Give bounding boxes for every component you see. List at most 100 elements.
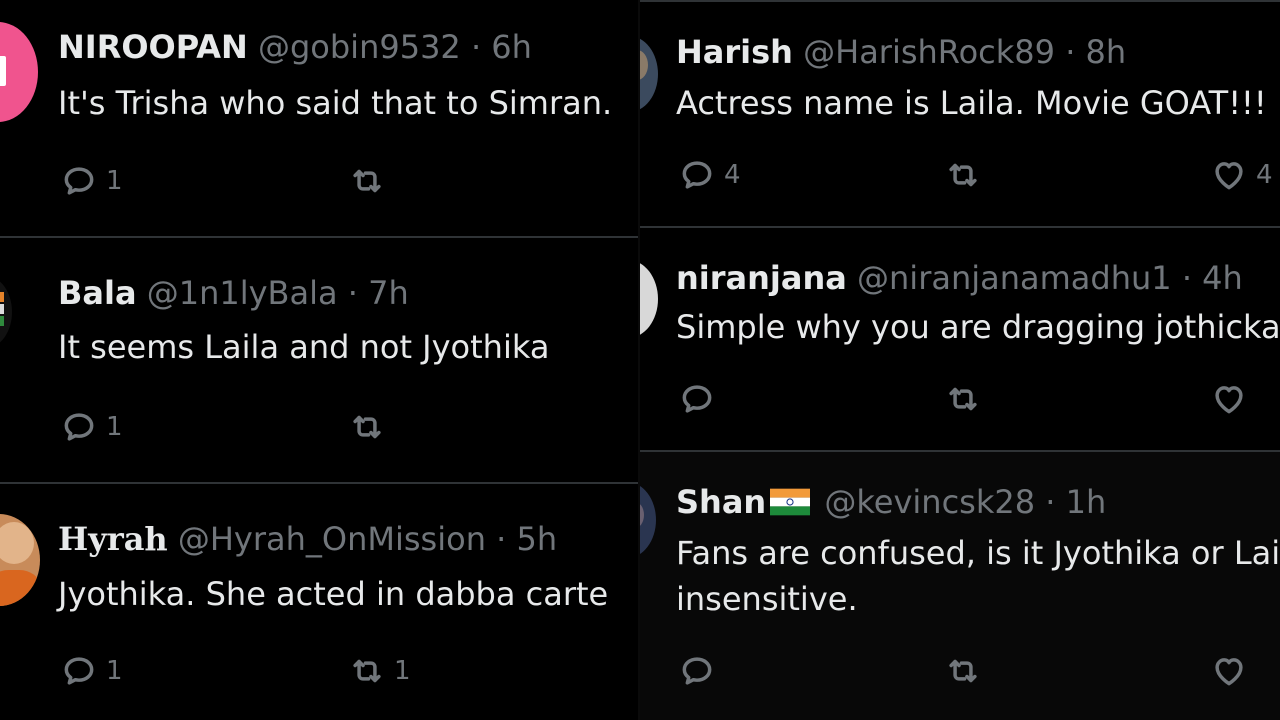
retweet-icon bbox=[348, 162, 386, 200]
reply-count: 4 bbox=[724, 160, 741, 190]
dot-separator: · bbox=[496, 520, 507, 558]
avatar-body bbox=[0, 570, 40, 606]
user-handle[interactable]: @1n1lyBala bbox=[147, 274, 338, 312]
retweet-button[interactable] bbox=[944, 380, 990, 418]
tweet-header: Shan @kevincsk28 · 1h bbox=[676, 482, 1106, 522]
tweet-header: NIROOPAN @gobin9532 · 6h bbox=[58, 27, 532, 67]
tweet-text: Simple why you are dragging jothicka h bbox=[676, 308, 1280, 346]
retweet-button[interactable] bbox=[944, 652, 990, 690]
like-button[interactable]: 4 bbox=[1210, 156, 1273, 194]
reply-icon bbox=[60, 652, 98, 690]
heart-icon bbox=[1210, 652, 1248, 690]
reply-button[interactable] bbox=[678, 652, 724, 690]
display-name[interactable]: Shan bbox=[676, 483, 766, 521]
user-handle[interactable]: @Hyrah_OnMission bbox=[178, 520, 486, 558]
tweet-text: Fans are confused, is it Jyothika or Lai… bbox=[676, 534, 1280, 572]
dot-separator: · bbox=[347, 274, 358, 312]
tweet-actions: 1 1 bbox=[0, 652, 640, 692]
tweet-header: Hyrah @Hyrah_OnMission · 5h bbox=[58, 519, 557, 559]
retweet-icon bbox=[944, 380, 982, 418]
timestamp[interactable]: 6h bbox=[491, 28, 532, 66]
avatar-flag-saffron bbox=[0, 292, 4, 302]
reply-button[interactable]: 1 bbox=[60, 162, 123, 200]
reply-count: 1 bbox=[106, 412, 123, 442]
reply-icon bbox=[678, 652, 716, 690]
user-handle[interactable]: @niranjanamadhu1 bbox=[857, 259, 1172, 297]
heart-icon bbox=[1210, 156, 1248, 194]
avatar-face bbox=[0, 522, 34, 564]
tweet-text-line2: insensitive. bbox=[676, 580, 858, 618]
avatar[interactable] bbox=[0, 276, 12, 348]
tweet-text: Jyothika. She acted in dabba carte bbox=[58, 575, 609, 613]
dot-separator: · bbox=[1045, 483, 1056, 521]
retweet-count: 1 bbox=[394, 656, 411, 686]
avatar[interactable] bbox=[0, 514, 40, 606]
user-handle[interactable]: @kevincsk28 bbox=[824, 483, 1035, 521]
tweet-niroopan[interactable]: NIROOPAN @gobin9532 · 6h It's Trisha who… bbox=[0, 0, 640, 236]
like-button[interactable] bbox=[1210, 380, 1256, 418]
reply-icon bbox=[678, 156, 716, 194]
reply-button[interactable]: 4 bbox=[678, 156, 741, 194]
timestamp[interactable]: 1h bbox=[1066, 483, 1107, 521]
avatar[interactable] bbox=[640, 36, 658, 112]
display-name[interactable]: niranjana bbox=[676, 259, 847, 297]
tweet-actions: 4 4 bbox=[640, 156, 1280, 196]
tweet-bala[interactable]: Bala @1n1lyBala · 7h It seems Laila and … bbox=[0, 238, 640, 482]
timestamp[interactable]: 8h bbox=[1086, 33, 1127, 71]
india-flag-icon bbox=[770, 488, 811, 516]
reply-icon bbox=[678, 380, 716, 418]
avatar-face bbox=[640, 502, 644, 528]
reply-icon bbox=[60, 162, 98, 200]
tweet-niranjana[interactable]: niranjana @niranjanamadhu1 · 4h Simple w… bbox=[640, 228, 1280, 450]
reply-button[interactable]: 1 bbox=[60, 652, 123, 690]
right-screenshot-panel: Harish @HarishRock89 · 8h Actress name i… bbox=[640, 0, 1280, 720]
tweet-actions bbox=[640, 380, 1280, 420]
tweet-header: Bala @1n1lyBala · 7h bbox=[58, 273, 409, 313]
avatar[interactable] bbox=[640, 482, 656, 558]
tweet-actions bbox=[640, 652, 1280, 692]
tweet-text: It seems Laila and not Jyothika bbox=[58, 328, 550, 366]
timestamp[interactable]: 5h bbox=[516, 520, 557, 558]
like-button[interactable] bbox=[1210, 652, 1256, 690]
tweet-shan[interactable]: Shan @kevincsk28 · 1h Fans are confused,… bbox=[640, 452, 1280, 720]
display-name[interactable]: NIROOPAN bbox=[58, 28, 248, 66]
reply-icon bbox=[60, 408, 98, 446]
avatar-flag-white bbox=[0, 304, 4, 314]
left-screenshot-panel: NIROOPAN @gobin9532 · 6h It's Trisha who… bbox=[0, 0, 640, 720]
reply-button[interactable] bbox=[678, 380, 724, 418]
reply-count: 1 bbox=[106, 166, 123, 196]
user-handle[interactable]: @HarishRock89 bbox=[803, 33, 1055, 71]
display-name[interactable]: Hyrah bbox=[58, 520, 168, 558]
dot-separator: · bbox=[470, 28, 482, 66]
tweet-text: It's Trisha who said that to Simran. bbox=[58, 84, 613, 122]
retweet-button[interactable] bbox=[944, 156, 990, 194]
dot-separator: · bbox=[1065, 33, 1076, 71]
avatar[interactable] bbox=[0, 22, 38, 122]
retweet-icon bbox=[348, 408, 386, 446]
retweet-button[interactable] bbox=[348, 162, 394, 200]
reply-button[interactable]: 1 bbox=[60, 408, 123, 446]
like-count: 4 bbox=[1256, 160, 1273, 190]
display-name[interactable]: Harish bbox=[676, 33, 793, 71]
tweet-header: niranjana @niranjanamadhu1 · 4h bbox=[676, 258, 1243, 298]
retweet-button[interactable] bbox=[348, 408, 394, 446]
display-name[interactable]: Bala bbox=[58, 274, 137, 312]
dot-separator: · bbox=[1181, 259, 1192, 297]
retweet-icon bbox=[944, 652, 982, 690]
user-handle[interactable]: @gobin9532 bbox=[258, 28, 461, 66]
avatar-flag-green bbox=[0, 316, 4, 326]
tweet-text: Actress name is Laila. Movie GOAT!!! bbox=[676, 84, 1267, 122]
timestamp[interactable]: 4h bbox=[1202, 259, 1243, 297]
tweet-hyrah[interactable]: Hyrah @Hyrah_OnMission · 5h Jyothika. Sh… bbox=[0, 484, 640, 720]
reply-count: 1 bbox=[106, 656, 123, 686]
tweet-harish[interactable]: Harish @HarishRock89 · 8h Actress name i… bbox=[640, 2, 1280, 226]
avatar[interactable] bbox=[640, 260, 658, 338]
timestamp[interactable]: 7h bbox=[368, 274, 409, 312]
heart-icon bbox=[1210, 380, 1248, 418]
retweet-button[interactable]: 1 bbox=[348, 652, 411, 690]
avatar-face bbox=[640, 50, 648, 80]
retweet-icon bbox=[348, 652, 386, 690]
tweet-header: Harish @HarishRock89 · 8h bbox=[676, 32, 1126, 72]
avatar-glyph bbox=[0, 56, 6, 86]
tweet-actions: 1 bbox=[0, 408, 640, 448]
